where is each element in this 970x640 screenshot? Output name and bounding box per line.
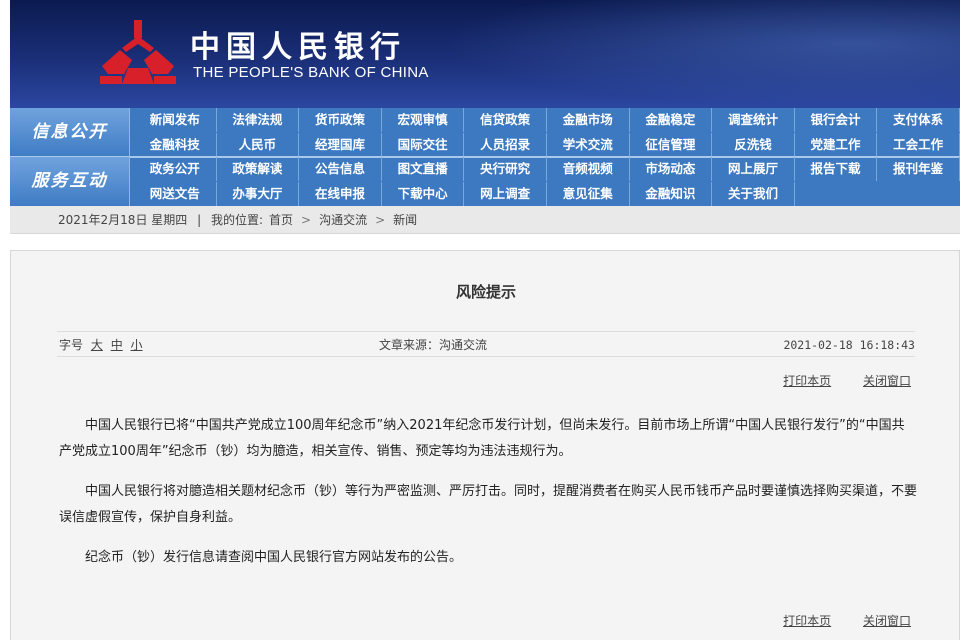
nav-item[interactable]: 公告信息 — [299, 157, 382, 181]
site-title-cn: 中国人民银行 — [190, 30, 406, 65]
nav-item[interactable]: 金融知识 — [630, 182, 713, 206]
font-size-small[interactable]: 小 — [131, 338, 143, 352]
font-size-large[interactable]: 大 — [91, 338, 103, 352]
nav-item[interactable]: 报刊年鉴 — [877, 157, 960, 181]
nav-item[interactable]: 办事大厅 — [217, 182, 300, 206]
nav-item[interactable]: 反洗钱 — [712, 133, 795, 157]
print-page-link[interactable]: 打印本页 — [783, 374, 831, 388]
article-actions-bottom: 打印本页 关闭窗口 — [755, 612, 911, 629]
nav-item[interactable]: 在线申报 — [299, 182, 382, 206]
breadcrumb: 2021年2月18日 星期四 | 我的位置: 首页 > 沟通交流 > 新闻 — [10, 206, 960, 234]
print-page-link[interactable]: 打印本页 — [783, 614, 831, 628]
article-title: 风险提示 — [455, 283, 516, 301]
nav-item[interactable]: 银行会计 — [795, 108, 878, 132]
nav-item[interactable]: 新闻发布 — [134, 108, 217, 132]
breadcrumb-communication[interactable]: 沟通交流 — [319, 213, 367, 227]
close-window-link[interactable]: 关闭窗口 — [863, 614, 911, 628]
current-date: 2021年2月18日 星期四 — [58, 213, 188, 227]
main-nav: 信息公开 新闻发布 法律法规 货币政策 宏观审慎 信贷政策 金融市场 金融稳定 调查统计 银行会… — [10, 108, 960, 206]
nav-grid: 新闻发布 法律法规 货币政策 宏观审慎 信贷政策 金融市场 金融稳定 调查统计 银行会计 支付体系… — [134, 108, 960, 157]
article-datetime: 2021-02-18 16:18:43 — [783, 338, 915, 352]
nav-item[interactable]: 人员招录 — [464, 133, 547, 157]
article-meta: 字号 大 中 小 文章来源：沟通交流 2021-02-18 16:18:43 — [57, 331, 915, 357]
font-size-switcher: 字号 大 中 小 — [59, 332, 143, 358]
article-paragraph: 中国人民银行将对臆造相关题材纪念币（钞）等行为严密监测、严厉打击。同时，提醒消费… — [59, 484, 918, 525]
nav-item[interactable]: 意见征集 — [547, 182, 630, 206]
nav-item[interactable]: 图文直播 — [382, 157, 465, 181]
nav-item[interactable]: 央行研究 — [464, 157, 547, 181]
site-title-en: THE PEOPLE'S BANK OF CHINA — [193, 64, 429, 81]
nav-item[interactable]: 信贷政策 — [464, 108, 547, 132]
nav-item[interactable]: 党建工作 — [795, 133, 878, 157]
nav-item[interactable]: 金融市场 — [547, 108, 630, 132]
article-body: 中国人民银行已将“中国共产党成立100周年纪念币”纳入2021年纪念币发行计划，… — [59, 413, 917, 585]
nav-item[interactable]: 法律法规 — [217, 108, 300, 132]
nav-section-info: 信息公开 新闻发布 法律法规 货币政策 宏观审慎 信贷政策 金融市场 金融稳定 调查统计 银行会… — [10, 108, 960, 157]
nav-item[interactable]: 人民币 — [217, 133, 300, 157]
article-source: 文章来源：沟通交流 — [379, 338, 488, 352]
article-panel: 风险提示 字号 大 中 小 文章来源：沟通交流 2021-02-18 16:18… — [10, 250, 960, 640]
font-size-medium[interactable]: 中 — [111, 338, 123, 352]
location-label: 我的位置: — [210, 213, 264, 227]
nav-item[interactable]: 国际交往 — [382, 133, 465, 157]
nav-item[interactable]: 下载中心 — [382, 182, 465, 206]
nav-item[interactable]: 关于我们 — [712, 182, 795, 206]
nav-item[interactable]: 金融科技 — [134, 133, 217, 157]
nav-item[interactable]: 宏观审慎 — [382, 108, 465, 132]
breadcrumb-separator: | — [197, 213, 202, 227]
site-banner: 中国人民银行 THE PEOPLE'S BANK OF CHINA — [10, 0, 960, 108]
nav-item[interactable]: 学术交流 — [547, 133, 630, 157]
nav-item[interactable]: 政务公开 — [134, 157, 217, 181]
nav-item[interactable]: 网上展厅 — [712, 157, 795, 181]
nav-section-label: 服务互动 — [10, 157, 130, 206]
article-paragraph: 纪念币（钞）发行信息请查阅中国人民银行官方网站发布的公告。 — [85, 550, 463, 565]
nav-item[interactable]: 市场动态 — [630, 157, 713, 181]
pboc-emblem-icon — [100, 20, 176, 84]
nav-item[interactable]: 报告下载 — [795, 157, 878, 181]
breadcrumb-news[interactable]: 新闻 — [393, 213, 417, 227]
nav-item[interactable]: 支付体系 — [877, 108, 960, 132]
nav-item[interactable]: 金融稳定 — [630, 108, 713, 132]
nav-item[interactable]: 调查统计 — [712, 108, 795, 132]
nav-item[interactable]: 网上调查 — [464, 182, 547, 206]
article-actions-top: 打印本页 关闭窗口 — [755, 372, 911, 389]
nav-item[interactable]: 音频视频 — [547, 157, 630, 181]
nav-item[interactable]: 货币政策 — [299, 108, 382, 132]
nav-item[interactable]: 工会工作 — [877, 133, 960, 157]
nav-item[interactable]: 网送文告 — [134, 182, 217, 206]
nav-item[interactable]: 经理国库 — [299, 133, 382, 157]
nav-section-service: 服务互动 政务公开 政策解读 公告信息 图文直播 央行研究 音频视频 市场动态 网上展厅 报告下… — [10, 157, 960, 206]
article-paragraph: 中国人民银行已将“中国共产党成立100周年纪念币”纳入2021年纪念币发行计划，… — [59, 418, 905, 459]
nav-grid: 政务公开 政策解读 公告信息 图文直播 央行研究 音频视频 市场动态 网上展厅 报告下载 报刊年鉴… — [134, 157, 960, 206]
nav-item[interactable]: 征信管理 — [630, 133, 713, 157]
font-size-label: 字号 — [59, 338, 84, 352]
chevron-right-icon: > — [301, 213, 312, 227]
breadcrumb-home[interactable]: 首页 — [269, 213, 293, 227]
close-window-link[interactable]: 关闭窗口 — [863, 374, 911, 388]
nav-item[interactable]: 政策解读 — [217, 157, 300, 181]
chevron-right-icon: > — [375, 213, 386, 227]
nav-section-label: 信息公开 — [10, 108, 130, 157]
